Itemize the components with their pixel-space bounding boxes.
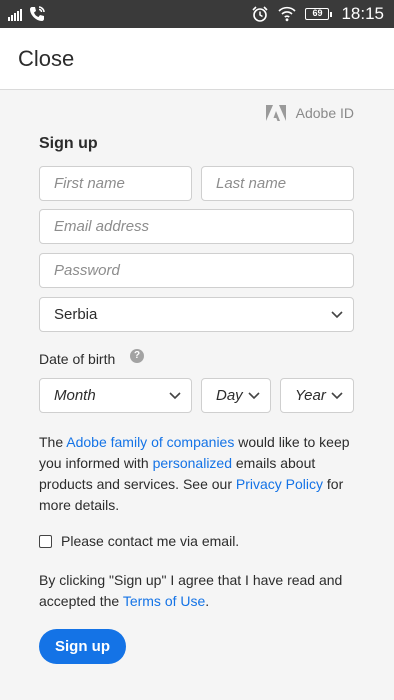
contact-checkbox[interactable] [39,534,52,548]
first-name-field[interactable]: First name [39,166,192,201]
contact-checkbox-label: Please contact me via email. [61,533,240,549]
form-heading: Sign up [39,135,98,152]
month-value: Month [54,387,96,404]
chevron-down-icon [169,392,181,400]
close-button[interactable]: Close [18,46,74,72]
year-value: Year [295,387,326,404]
signal-icon [8,7,22,21]
personalized-link[interactable]: personalized [153,455,232,471]
chevron-down-icon [331,392,343,400]
country-select[interactable]: Serbia [39,297,354,332]
status-bar: 69 18:15 [0,0,394,28]
marketing-notice: The Adobe family of companies would like… [39,434,350,513]
phone-call-icon [30,6,45,21]
day-select[interactable]: Day [201,378,271,413]
wifi-icon [278,6,297,22]
app-header: Close [0,28,394,90]
dob-label: Date of birth [39,351,116,367]
signup-form: Adobe ID Sign up First name Last name Em… [0,90,394,700]
adobe-id-label: Adobe ID [295,105,354,121]
alarm-icon [252,6,269,22]
password-field[interactable]: Password [39,253,354,288]
chevron-down-icon [248,392,260,400]
status-time: 18:15 [341,4,384,23]
sign-up-button[interactable]: Sign up [39,629,126,664]
day-value: Day [216,387,243,404]
adobe-logo-icon [265,105,286,121]
terms-text: By clicking "Sign up" I agree that I hav… [39,572,343,609]
email-field[interactable]: Email address [39,209,354,244]
last-name-field[interactable]: Last name [201,166,354,201]
terms-of-use-link[interactable]: Terms of Use [123,593,205,609]
battery-level: 69 [305,8,330,20]
year-select[interactable]: Year [280,378,354,413]
month-select[interactable]: Month [39,378,192,413]
adobe-id-brand: Adobe ID [265,105,354,121]
contact-checkbox-row[interactable]: Please contact me via email. [39,533,239,549]
help-icon[interactable]: ? [130,349,144,363]
chevron-down-icon [331,311,343,319]
privacy-policy-link[interactable]: Privacy Policy [236,476,323,492]
battery-icon: 69 [305,8,333,20]
country-value: Serbia [54,306,98,323]
adobe-family-link[interactable]: Adobe family of companies [66,434,234,450]
